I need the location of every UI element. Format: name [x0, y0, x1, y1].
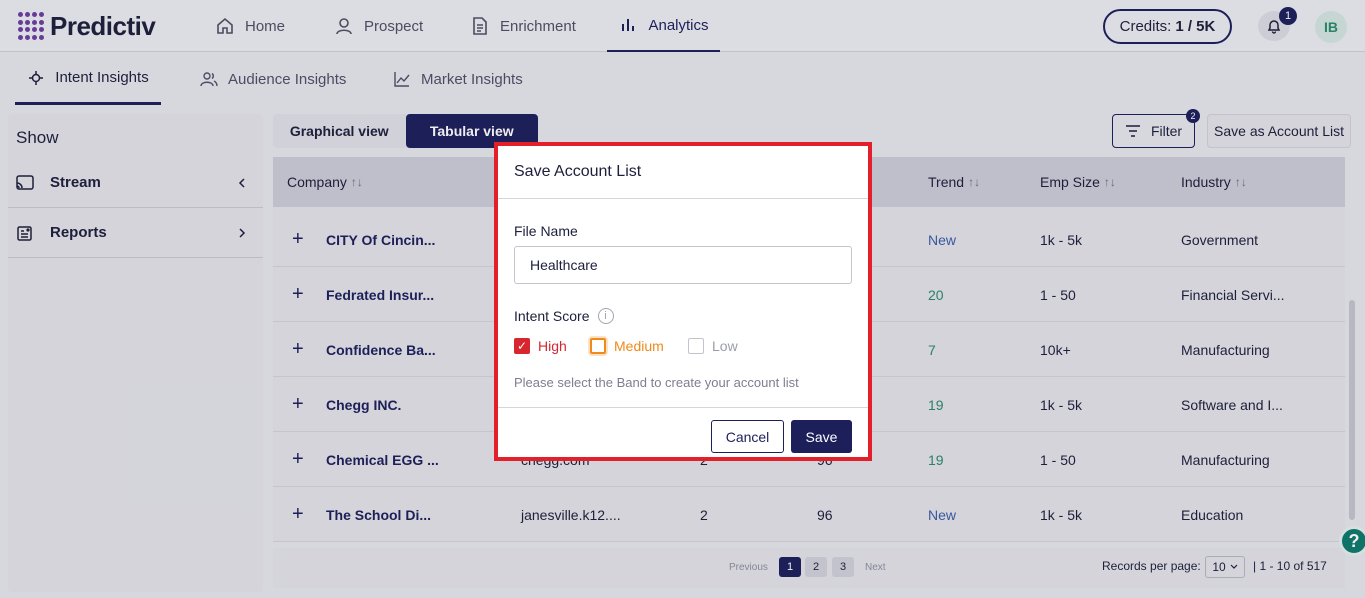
modal-title: Save Account List	[514, 163, 642, 180]
intent-score-label: Intent Score	[514, 308, 590, 324]
band-medium-checkbox[interactable]: Medium	[590, 338, 664, 354]
intent-score-label-row: Intent Score i	[514, 308, 614, 324]
band-high-label: High	[538, 338, 567, 354]
band-hint-text: Please select the Band to create your ac…	[514, 375, 799, 390]
checkbox-empty-icon	[688, 338, 704, 354]
checkbox-checked-icon: ✓	[514, 338, 530, 354]
divider	[498, 407, 868, 408]
band-high-checkbox[interactable]: ✓ High	[514, 338, 567, 354]
file-name-input[interactable]	[514, 246, 852, 284]
divider	[498, 198, 868, 199]
checkbox-empty-icon	[590, 338, 606, 354]
file-name-label: File Name	[514, 223, 578, 239]
cancel-button[interactable]: Cancel	[711, 420, 784, 453]
band-low-label: Low	[712, 338, 738, 354]
save-button[interactable]: Save	[791, 420, 852, 453]
save-account-list-modal: Save Account List File Name Intent Score…	[494, 142, 872, 461]
info-icon[interactable]: i	[597, 308, 614, 324]
band-medium-label: Medium	[614, 338, 664, 354]
band-low-checkbox[interactable]: Low	[688, 338, 738, 354]
